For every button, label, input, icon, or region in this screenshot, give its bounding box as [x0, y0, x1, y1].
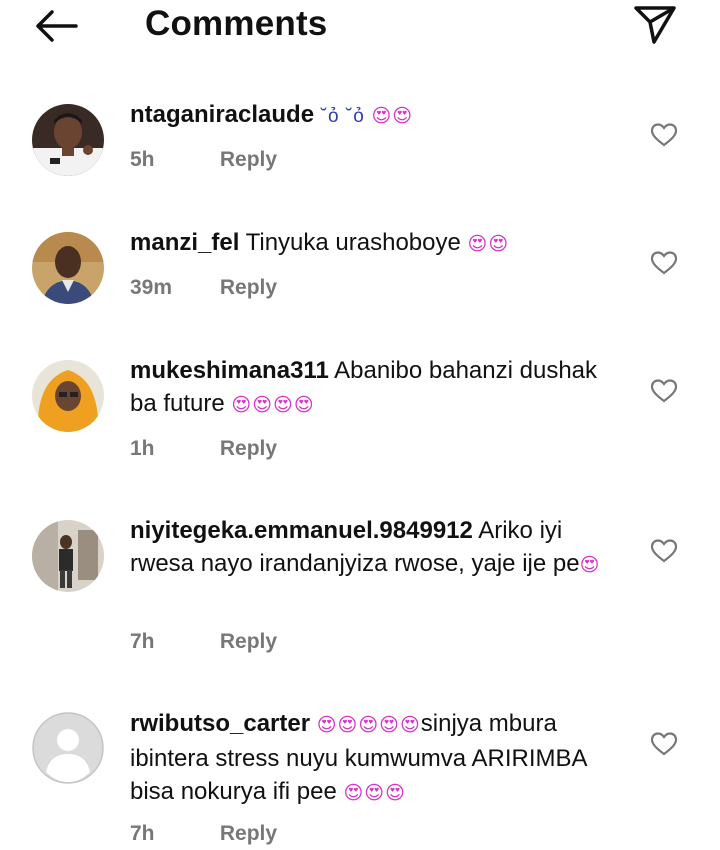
heart-icon[interactable]	[650, 122, 678, 148]
person-standing-photo-icon	[32, 520, 104, 592]
heart-icon[interactable]	[650, 250, 678, 276]
woman-orange-scarf-photo-icon	[32, 360, 104, 432]
comment-body: rwibutso_carter 😍😍😍😍😍sinjya mbura ibinte…	[130, 707, 630, 810]
heart-eyes-emoji: 😍	[579, 555, 601, 576]
comment-body: niyitegeka.emmanuel.9849912 Ariko iyi rw…	[130, 514, 630, 582]
send-icon[interactable]	[630, 2, 680, 46]
avatar[interactable]	[32, 360, 104, 432]
comment-username[interactable]: mukeshimana311	[130, 357, 329, 384]
reply-button[interactable]: Reply	[220, 822, 277, 845]
heart-eyes-emoji: 😍😍	[467, 234, 510, 255]
reply-button[interactable]: Reply	[220, 630, 277, 653]
comment-meta: 5h Reply	[130, 146, 277, 174]
comment-username[interactable]: rwibutso_carter	[130, 710, 310, 737]
comment-time: 39m	[130, 276, 173, 299]
reply-button[interactable]: Reply	[220, 148, 277, 171]
reply-button[interactable]: Reply	[220, 437, 277, 460]
avatar[interactable]	[32, 104, 104, 176]
comment-meta: 1h Reply	[130, 435, 277, 463]
comment-username[interactable]: niyitegeka.emmanuel.9849912	[130, 517, 473, 544]
comment-meta: 7h Reply	[130, 628, 277, 656]
heart-icon[interactable]	[650, 731, 678, 757]
heart-eyes-emoji: 😍😍😍😍😍	[316, 715, 421, 736]
comment-time: 1h	[130, 437, 155, 460]
comment-username[interactable]: manzi_fel	[130, 229, 239, 256]
crying-emoji: ˘ỏ ˘ỏ	[320, 106, 365, 127]
heart-eyes-emoji: 😍😍😍	[343, 783, 406, 804]
heart-eyes-emoji: 😍😍😍😍	[231, 395, 315, 416]
comment-text: Tinyuka urashoboye	[245, 229, 461, 256]
default-avatar-icon	[32, 712, 104, 784]
reply-button[interactable]: Reply	[220, 276, 277, 299]
heart-icon[interactable]	[650, 538, 678, 564]
comment-time: 7h	[130, 822, 155, 845]
comment-time: 5h	[130, 148, 155, 171]
comment-meta: 7h Reply	[130, 820, 277, 848]
heart-eyes-emoji: 😍😍	[371, 106, 414, 127]
comment-body: ntaganiraclaude ˘ỏ ˘ỏ 😍😍	[130, 98, 630, 133]
back-arrow-icon[interactable]	[28, 6, 84, 46]
player-photo-icon	[32, 104, 104, 176]
man-photo-icon	[32, 232, 104, 304]
comment-time: 7h	[130, 630, 155, 653]
header-bar: Comments	[0, 0, 720, 64]
heart-icon[interactable]	[650, 378, 678, 404]
comment-meta: 39m Reply	[130, 274, 277, 302]
comment-body: mukeshimana311 Abanibo bahanzi dushak ba…	[130, 354, 630, 422]
page-title: Comments	[145, 4, 328, 43]
avatar[interactable]	[32, 520, 104, 592]
comment-body: manzi_fel Tinyuka urashoboye 😍😍	[130, 226, 630, 261]
comment-username[interactable]: ntaganiraclaude	[130, 101, 314, 128]
avatar[interactable]	[32, 232, 104, 304]
avatar[interactable]	[32, 712, 104, 784]
